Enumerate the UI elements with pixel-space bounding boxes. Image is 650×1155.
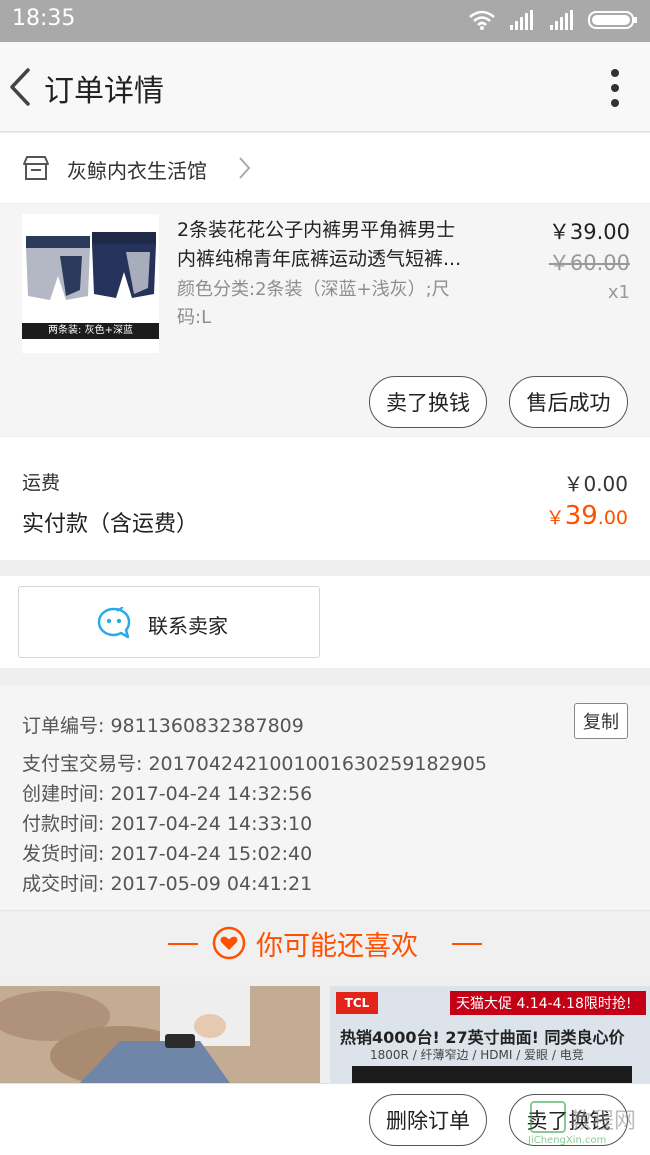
shipping-label: 运费 bbox=[22, 472, 61, 494]
paid-label: 实付款（含运费） bbox=[22, 512, 199, 537]
paid-amount: ￥39.00 bbox=[546, 501, 628, 531]
shipped-time: 发货时间: 2017-04-24 15:02:40 bbox=[22, 843, 313, 865]
promo-tag: 天猫大促 4.14-4.18限时抢! bbox=[450, 991, 646, 1015]
created-time: 创建时间: 2017-04-24 14:32:56 bbox=[22, 783, 313, 805]
battery-icon bbox=[588, 11, 637, 29]
product-price: ￥39.00 bbox=[548, 220, 630, 244]
signal-icon bbox=[510, 10, 533, 30]
chat-bubble-icon bbox=[97, 607, 131, 639]
order-info: 订单编号: 9811360832387809 复制 支付宝交易号: 201704… bbox=[0, 685, 650, 911]
order-item: 两条装: 灰色+深蓝 2条装花花公子内裤男平角裤男士 内裤纯棉青年底裤运动透气短… bbox=[0, 204, 650, 436]
paid-integer: 39 bbox=[564, 501, 598, 531]
monitor-image bbox=[352, 1066, 632, 1083]
bottom-action-bar: 删除订单 卖了换钱 教程网 JiChengXin.com bbox=[0, 1083, 650, 1155]
heart-icon bbox=[212, 926, 246, 960]
order-number: 订单编号: 9811360832387809 bbox=[22, 715, 304, 737]
paid-decimal: .00 bbox=[597, 507, 628, 529]
chevron-right-icon bbox=[239, 157, 251, 179]
product-quantity: x1 bbox=[607, 282, 630, 303]
paid-time: 付款时间: 2017-04-24 14:33:10 bbox=[22, 813, 313, 835]
shipping-value: ￥0.00 bbox=[563, 472, 628, 496]
shop-name: 灰鲸内衣生活馆 bbox=[67, 159, 207, 183]
sku-line: 码:L bbox=[177, 307, 212, 328]
status-bar: 18:35 bbox=[0, 0, 650, 42]
product-name-line: 内裤纯棉青年底裤运动透气短裤... bbox=[177, 248, 462, 270]
nav-bar: 订单详情 bbox=[0, 42, 650, 132]
contact-seller-label: 联系卖家 bbox=[148, 614, 228, 638]
sku-line: 颜色分类:2条装（深蓝+浅灰）;尺 bbox=[177, 279, 450, 300]
more-menu-icon[interactable] bbox=[610, 68, 620, 108]
page-title: 订单详情 bbox=[44, 74, 164, 109]
back-arrow-icon[interactable] bbox=[6, 66, 36, 108]
payment-summary: 运费 ￥0.00 实付款（含运费） ￥39.00 bbox=[0, 437, 650, 560]
watermark-logo bbox=[530, 1101, 566, 1133]
product-image-caption: 两条装: 灰色+深蓝 bbox=[22, 323, 159, 339]
rocks-photo bbox=[0, 986, 320, 1083]
completed-time: 成交时间: 2017-05-09 04:41:21 bbox=[22, 873, 313, 895]
alipay-trade-number: 支付宝交易号: 2017042421001001630259182905 bbox=[22, 753, 487, 775]
delete-order-button[interactable]: 删除订单 bbox=[369, 1094, 487, 1146]
site-watermark: 教程网 JiChengXin.com bbox=[524, 1097, 644, 1151]
banner-headline: 热销4000台! 27英寸曲面! 同类良心价 bbox=[340, 1028, 625, 1047]
watermark-url: JiChengXin.com bbox=[528, 1135, 607, 1146]
resell-button[interactable]: 卖了换钱 bbox=[369, 376, 487, 428]
recommend-item-image[interactable]: TCL 天猫大促 4.14-4.18限时抢! 热销4000台! 27英寸曲面! … bbox=[330, 986, 650, 1083]
original-price: ￥60.00 bbox=[548, 251, 630, 275]
paid-currency: ￥ bbox=[545, 507, 565, 529]
wifi-icon bbox=[469, 10, 495, 30]
status-icons bbox=[468, 9, 638, 31]
recommend-header: 你可能还喜欢 bbox=[0, 912, 650, 976]
tcl-logo: TCL bbox=[336, 992, 378, 1014]
shop-row[interactable]: 灰鲸内衣生活馆 bbox=[0, 133, 650, 203]
contact-seller-button[interactable]: 联系卖家 bbox=[18, 586, 320, 658]
product-sku: 颜色分类:2条装（深蓝+浅灰）;尺 码:L bbox=[177, 276, 497, 332]
product-image[interactable]: 两条装: 灰色+深蓝 bbox=[22, 214, 159, 353]
banner-subline: 1800R / 纤薄窄边 / HDMI / 爱眼 / 电竞 bbox=[370, 1048, 584, 1062]
divider-line bbox=[452, 943, 482, 945]
status-time: 18:35 bbox=[12, 6, 76, 31]
recommend-item-image[interactable] bbox=[0, 986, 320, 1083]
store-icon bbox=[23, 156, 49, 180]
product-name-line: 2条装花花公子内裤男平角裤男士 bbox=[177, 219, 456, 241]
watermark-text: 教程网 bbox=[570, 1109, 637, 1134]
recommend-title: 你可能还喜欢 bbox=[256, 931, 418, 962]
copy-button[interactable]: 复制 bbox=[574, 703, 628, 739]
product-name[interactable]: 2条装花花公子内裤男平角裤男士 内裤纯棉青年底裤运动透气短裤... bbox=[177, 216, 507, 274]
after-sale-button[interactable]: 售后成功 bbox=[509, 376, 628, 428]
signal-icon bbox=[550, 10, 573, 30]
contact-section: 联系卖家 bbox=[0, 576, 650, 668]
divider-line bbox=[168, 943, 198, 945]
